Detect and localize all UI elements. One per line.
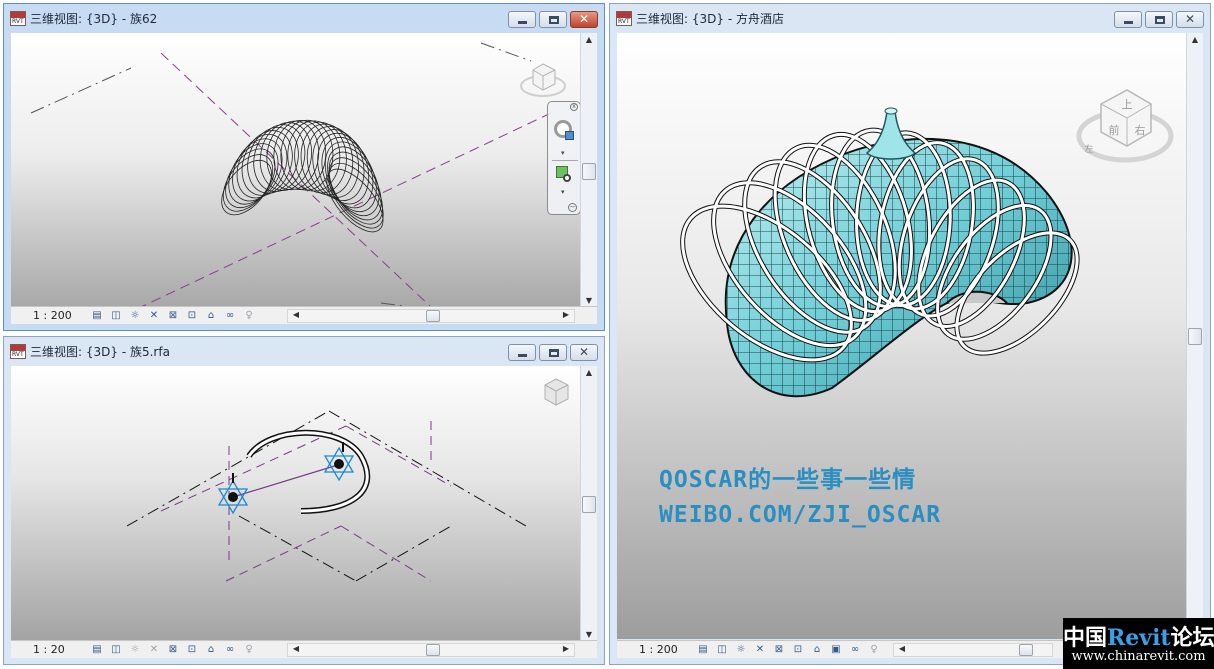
viewcube: [520, 63, 566, 97]
viewcube-face-top[interactable]: 上: [1122, 98, 1133, 111]
window-title: 三维视图: {3D} - 族62: [30, 11, 158, 26]
close-button[interactable]: ✕: [1176, 11, 1204, 28]
maximize-icon: [549, 349, 559, 357]
minimize-button[interactable]: [508, 344, 536, 361]
crop-region-icon[interactable]: ⊡: [790, 643, 806, 656]
horizontal-scrollbar[interactable]: ◀ ▶: [287, 309, 575, 323]
sun-path-icon[interactable]: ☼: [127, 309, 143, 322]
dropdown-arrow-icon[interactable]: ▾: [561, 188, 565, 196]
sun-path-icon[interactable]: ☼: [733, 643, 749, 656]
hide-isolate-icon[interactable]: ∞: [222, 309, 238, 322]
shadows-icon[interactable]: ✕: [146, 643, 162, 656]
detail-level-icon[interactable]: ▤: [695, 643, 711, 656]
crop-view-icon[interactable]: ⊠: [165, 309, 181, 322]
watermark-line2: WEIBO.COM/ZJI_OSCAR: [659, 502, 942, 528]
3d-viewport[interactable]: [11, 366, 580, 641]
scale-label[interactable]: 1 : 20: [11, 643, 89, 656]
revit-file-icon: RVT: [10, 343, 26, 359]
lock-view-icon[interactable]: ⌂: [203, 643, 219, 656]
dropdown-arrow-icon[interactable]: ▾: [561, 149, 565, 157]
maximize-icon: [549, 16, 559, 24]
scale-label[interactable]: 1 : 200: [617, 643, 695, 656]
revit-file-icon: RVT: [616, 10, 632, 26]
viewcube-face-front[interactable]: 前: [1109, 123, 1120, 137]
shadows-icon[interactable]: ✕: [146, 309, 162, 322]
vertical-scrollbar[interactable]: ▲ ▼: [580, 366, 597, 641]
close-button[interactable]: ✕: [570, 344, 598, 361]
3d-viewport[interactable]: x ▾ ▾ −: [11, 33, 580, 307]
connector-point-icon[interactable]: [217, 473, 249, 515]
nav-options-icon[interactable]: −: [568, 203, 577, 212]
close-nav-icon[interactable]: x: [570, 103, 578, 111]
shadows-icon[interactable]: ✕: [752, 643, 768, 656]
ark-hotel-model: [680, 107, 1080, 398]
cube-mini-icon: [565, 131, 574, 140]
minimize-button[interactable]: [1114, 11, 1142, 28]
maximize-button[interactable]: [1145, 11, 1173, 28]
reveal-hidden-icon[interactable]: ♀: [866, 643, 882, 656]
scale-label[interactable]: 1 : 200: [11, 309, 89, 322]
view-window-family5[interactable]: RVT 三维视图: {3D} - 族5.rfa ✕ ▲ ▼ 1: 20 ▤ ◫…: [3, 336, 605, 665]
lock-view-icon[interactable]: ⌂: [203, 309, 219, 322]
visual-style-icon[interactable]: ◫: [108, 643, 124, 656]
view-control-bar: 1 : 200 ▤ ◫ ☼ ✕ ⊠ ⊡ ⌂ ∞ ♀ ◀ ▶: [11, 306, 597, 324]
minimize-icon: [518, 354, 527, 357]
sun-path-icon[interactable]: ☼: [127, 643, 143, 656]
crop-view-icon[interactable]: ⊠: [165, 643, 181, 656]
compass-label: 左: [1084, 143, 1093, 155]
watermark-line1: QOSCAR的一些事一些情: [659, 467, 917, 493]
view-control-bar: 1 : 200 ▤ ◫ ☼ ✕ ⊠ ⊡ ⌂ ▣ ∞ ♀ ◀: [617, 640, 1067, 658]
crop-view-icon[interactable]: ⊠: [771, 643, 787, 656]
view-window-family62[interactable]: RVT 三维视图: {3D} - 族62 ✕ x ▾ ▾ − ▲ ▼ 1: 2…: [3, 3, 605, 331]
horizontal-scrollbar[interactable]: ◀ ▶: [287, 643, 575, 657]
model-canvas: [30, 42, 566, 307]
reveal-hidden-icon[interactable]: ♀: [241, 643, 257, 656]
render-icon[interactable]: ▣: [828, 643, 844, 656]
maximize-button[interactable]: [539, 344, 567, 361]
crop-region-icon[interactable]: ⊡: [184, 643, 200, 656]
close-button[interactable]: ✕: [570, 11, 598, 28]
window-title: 三维视图: {3D} - 族5.rfa: [30, 344, 170, 359]
view-window-ark-hotel[interactable]: RVT 三维视图: {3D} - 方舟酒店 ✕ 上 前 右 左 QOSCAR的一…: [609, 3, 1211, 665]
3d-viewport[interactable]: 上 前 右 左 QOSCAR的一些事一些情 WEIBO.COM/ZJI_OSCA…: [617, 33, 1186, 639]
view-control-bar: 1 : 20 ▤ ◫ ☼ ✕ ⊠ ⊡ ⌂ ∞ ♀ ◀ ▶: [11, 640, 597, 658]
magnifier-icon: [563, 174, 571, 182]
maximize-icon: [1155, 16, 1165, 24]
revit-file-icon: RVT: [10, 10, 26, 26]
lock-view-icon[interactable]: ⌂: [809, 643, 825, 656]
visual-style-icon[interactable]: ◫: [714, 643, 730, 656]
minimize-icon: [1124, 21, 1133, 24]
chinarevit-logo: 中国Revit论坛 www.chinarevit.com: [1063, 618, 1214, 669]
detail-level-icon[interactable]: ▤: [89, 309, 105, 322]
hide-isolate-icon[interactable]: ∞: [222, 643, 238, 656]
reveal-hidden-icon[interactable]: ♀: [241, 309, 257, 322]
logo-title: 中国Revit论坛: [1063, 625, 1214, 651]
crop-region-icon[interactable]: ⊡: [184, 309, 200, 322]
viewcube: 上 前 右 左: [1076, 89, 1174, 163]
navigation-bar[interactable]: x ▾ ▾ −: [547, 101, 580, 215]
viewcube-face-right[interactable]: 右: [1135, 123, 1146, 137]
close-icon: ✕: [578, 345, 590, 359]
close-icon: ✕: [578, 12, 590, 26]
vertical-scrollbar[interactable]: ▲ ▼: [1186, 33, 1203, 639]
model-canvas: 上 前 右 左: [680, 89, 1174, 398]
visual-style-icon[interactable]: ◫: [108, 309, 124, 322]
logo-url: www.chinarevit.com: [1071, 649, 1206, 664]
connector-point-icon[interactable]: [323, 442, 355, 482]
detail-level-icon[interactable]: ▤: [89, 643, 105, 656]
vertical-scrollbar[interactable]: ▲ ▼: [580, 33, 597, 307]
minimize-icon: [518, 21, 527, 24]
horizontal-scrollbar[interactable]: ◀: [893, 643, 1053, 657]
viewcube: [544, 378, 569, 406]
maximize-button[interactable]: [539, 11, 567, 28]
model-canvas: [126, 378, 569, 582]
minimize-button[interactable]: [508, 11, 536, 28]
close-icon: ✕: [1184, 12, 1196, 26]
hide-isolate-icon[interactable]: ∞: [847, 643, 863, 656]
window-title: 三维视图: {3D} - 方舟酒店: [636, 11, 784, 26]
